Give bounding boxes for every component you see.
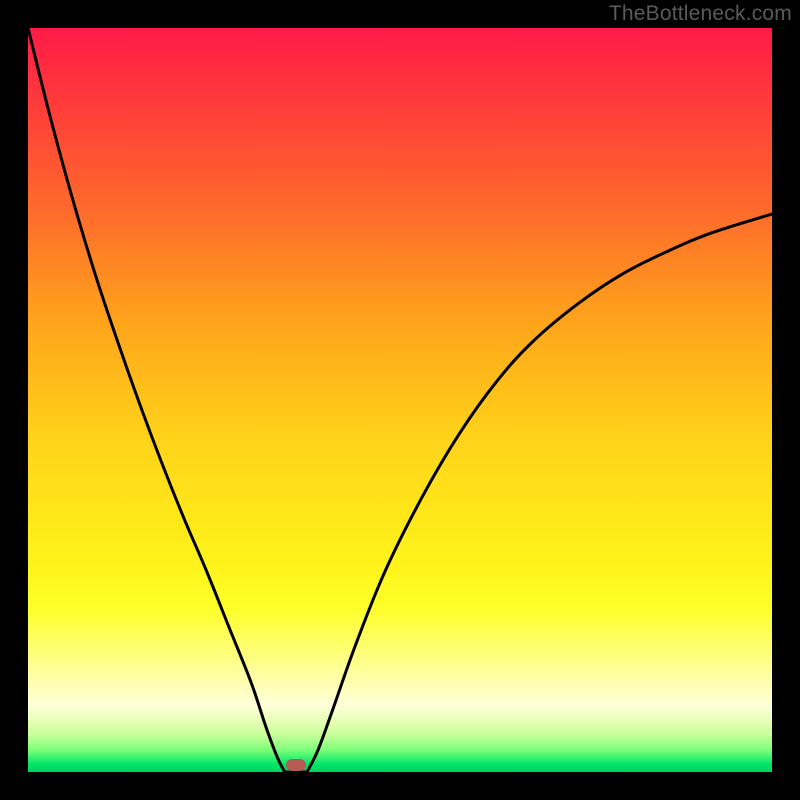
chart-curve-svg <box>28 28 772 772</box>
chart-frame: TheBottleneck.com <box>0 0 800 800</box>
bottleneck-curve <box>28 28 772 772</box>
minimum-marker <box>286 759 306 771</box>
watermark-text: TheBottleneck.com <box>609 2 792 26</box>
